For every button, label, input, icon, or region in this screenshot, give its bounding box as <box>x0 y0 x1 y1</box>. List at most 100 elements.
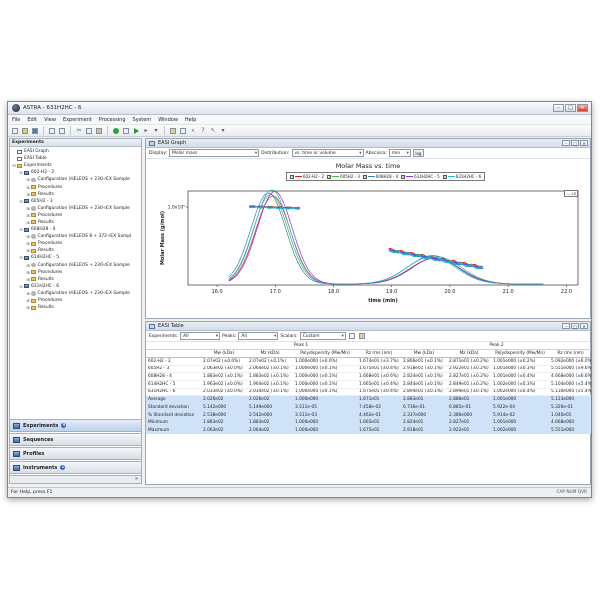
table-row[interactable]: % Standard deviation 2.538e000 2.542e000 3.… <box>146 411 591 419</box>
scalars-filter-select[interactable]: Custom <box>299 332 346 340</box>
menu-system[interactable]: System <box>133 117 152 123</box>
tree-toggle-icon[interactable]: ⊞ <box>26 240 30 247</box>
tree-item-experiment[interactable]: ⊟ 602-H2 - 2 <box>10 169 141 176</box>
menu-view[interactable]: View <box>44 117 56 123</box>
tree-toggle-icon[interactable]: ⊞ <box>26 212 30 219</box>
tree-toggle-icon[interactable]: ⊞ <box>26 262 30 269</box>
table-row[interactable]: 631H2HC - 6 2.033e02 (±0.0%) 2.034e02 (±0.… <box>146 388 591 397</box>
experiments-filter-select[interactable]: All <box>180 332 221 340</box>
menu-help[interactable]: Help <box>185 117 196 123</box>
tree-toggle-icon[interactable]: ⊟ <box>19 283 23 290</box>
column-header[interactable]: Rz rms (nm) <box>357 349 401 358</box>
more-tools-icon[interactable]: ▾ <box>219 127 227 135</box>
menu-experiment[interactable]: Experiment <box>63 117 92 123</box>
run-icon[interactable] <box>112 127 120 135</box>
table-row[interactable]: 605H2 - 3 2.063e02 (±0.0%) 2.064e02 (±0.1%… <box>146 365 591 374</box>
table-row[interactable]: Maximum 2.063e02 2.064e02 1.000e000 1.675e01… <box>146 426 591 435</box>
tree-toggle-icon[interactable]: ⊞ <box>26 304 30 311</box>
menu-file[interactable]: File <box>12 117 20 123</box>
tree-toggle-icon[interactable]: ⊞ <box>26 297 30 304</box>
tree-item-easi-table[interactable]: EASI Table <box>10 155 141 162</box>
nav-more-button[interactable]: » <box>9 475 142 484</box>
abscissa-select[interactable]: min <box>388 149 411 157</box>
column-header[interactable]: Rz rms (nm) <box>549 349 591 358</box>
tree-item-results[interactable]: ⊞ Results <box>10 304 141 311</box>
report-icon[interactable] <box>58 127 66 135</box>
table-row[interactable]: 602-H2 - 2 2.07e02 (±0.0%) 2.07e02 (±0.1%)… <box>146 357 591 366</box>
copy-icon[interactable] <box>85 127 93 135</box>
play-icon[interactable] <box>132 127 140 135</box>
table-row[interactable]: Standard deviation 5.142e000 5.149e000 3.51… <box>146 403 591 412</box>
tree-toggle-icon[interactable]: ⊟ <box>19 169 23 176</box>
cut-icon[interactable]: ✂ <box>75 127 83 135</box>
tree-toggle-icon[interactable]: ⊟ <box>12 162 16 169</box>
tree-item-experiment[interactable]: ⊟ 614H2HC - 5 <box>10 254 141 261</box>
tree-item-configuration[interactable]: ⊞ Configuration (HELEOS + 230-rEX Sample <box>10 262 141 269</box>
graph-close-button[interactable]: ✕ <box>580 140 588 146</box>
dropdown-arrow-icon[interactable]: ▾ <box>152 127 160 135</box>
menu-edit[interactable]: Edit <box>27 117 37 123</box>
open-folder-icon[interactable] <box>21 127 29 135</box>
tree-toggle-icon[interactable]: ⊞ <box>26 205 30 212</box>
maximize-button[interactable]: □ <box>565 104 576 112</box>
nav-sequences[interactable]: Sequences <box>9 433 142 446</box>
table-row[interactable]: Average 2.026e02 2.026e02 1.000e000 1.671e01… <box>146 395 591 404</box>
tree-item-results[interactable]: ⊞ Results <box>10 247 141 254</box>
graph-maximize-button[interactable]: □ <box>571 140 579 146</box>
graph-minimize-button[interactable]: – <box>562 140 570 146</box>
table-row[interactable]: 608H28 - 4 1.883e02 (±0.1%) 1.883e02 (±0.1… <box>146 372 591 381</box>
column-header[interactable]: Mz (kDa) <box>447 349 491 358</box>
save-icon[interactable] <box>31 127 39 135</box>
table-maximize-button[interactable]: □ <box>571 323 579 329</box>
menu-processing[interactable]: Processing <box>99 117 126 123</box>
table-row[interactable]: Minimum 1.883e02 1.883e02 1.000e000 1.665e01… <box>146 418 591 427</box>
tree-item-procedures[interactable]: ⊞ Procedures <box>10 212 141 219</box>
nav-profiles[interactable]: Profiles <box>9 447 142 460</box>
tree-item-procedures[interactable]: ⊞ Procedures <box>10 297 141 304</box>
tree-item-configuration[interactable]: ⊞ Configuration (HELEOS 8 + 372-rEX Sampl <box>10 233 141 240</box>
distribution-select[interactable]: vs. time or volume <box>291 149 364 157</box>
tree-toggle-icon[interactable]: ⊞ <box>26 269 30 276</box>
edit-table-icon[interactable] <box>358 332 366 340</box>
table-icon[interactable] <box>179 127 187 135</box>
configure-icon[interactable] <box>169 127 177 135</box>
help-icon[interactable]: ? <box>199 127 207 135</box>
tree-toggle-icon[interactable]: ⊞ <box>26 290 30 297</box>
tree-item-easi-graph[interactable]: EASI Graph <box>10 148 141 155</box>
tree-item-procedures[interactable]: ⊞ Procedures <box>10 183 141 190</box>
cursor-icon[interactable]: ↖ <box>209 127 217 135</box>
log-toggle-button[interactable]: log <box>412 149 424 157</box>
tree-item-experiment[interactable]: ⊟ 605H2 - 3 <box>10 198 141 205</box>
tree-toggle-icon[interactable]: ⊞ <box>26 233 30 240</box>
new-icon[interactable] <box>11 127 19 135</box>
tree-item-experiments[interactable]: ⊟ Experiments <box>10 162 141 169</box>
tree-item-procedures[interactable]: ⊞ Procedures <box>10 240 141 247</box>
tree-toggle-icon[interactable]: ⊞ <box>26 184 30 191</box>
nav-instruments[interactable]: Instruments 1 <box>9 461 142 474</box>
tree-item-results[interactable]: ⊞ Results <box>10 276 141 283</box>
tree-item-configuration[interactable]: ⊞ Configuration (HELEOS + 230-rEX Sample <box>10 205 141 212</box>
tree-item-procedures[interactable]: ⊞ Procedures <box>10 269 141 276</box>
table-minimize-button[interactable]: – <box>562 323 570 329</box>
close-button[interactable]: ✕ <box>577 104 588 112</box>
tree-toggle-icon[interactable]: ⊞ <box>26 176 30 183</box>
table-close-button[interactable]: ✕ <box>580 323 588 329</box>
column-header[interactable]: Mw (kDa) <box>201 349 247 358</box>
tree-toggle-icon[interactable]: ⊟ <box>19 198 23 205</box>
column-header[interactable]: Mw (kDa) <box>401 349 447 358</box>
tree-item-results[interactable]: ⊞ Results <box>10 219 141 226</box>
tree-toggle-icon[interactable]: ⊞ <box>26 191 30 198</box>
minimize-button[interactable]: – <box>553 104 564 112</box>
tree-item-configuration[interactable]: ⊞ Configuration (HELEOS + 230-rEX Sample <box>10 176 141 183</box>
column-header[interactable]: Polydispersity (Mw/Mn) <box>491 349 549 358</box>
tree-toggle-icon[interactable]: ⊞ <box>26 247 30 254</box>
tree-item-results[interactable]: ⊞ Results <box>10 191 141 198</box>
column-header[interactable]: Mz (kDa) <box>247 349 293 358</box>
peaks-filter-select[interactable]: All <box>238 332 279 340</box>
menu-window[interactable]: Window <box>158 117 178 123</box>
zoom-icon[interactable]: ⌕ <box>189 127 197 135</box>
display-select[interactable]: Molar mass <box>169 149 260 157</box>
nav-experiments[interactable]: Experiments 5 <box>9 419 142 432</box>
step-icon[interactable]: ▸ <box>142 127 150 135</box>
stop-icon[interactable] <box>122 127 130 135</box>
